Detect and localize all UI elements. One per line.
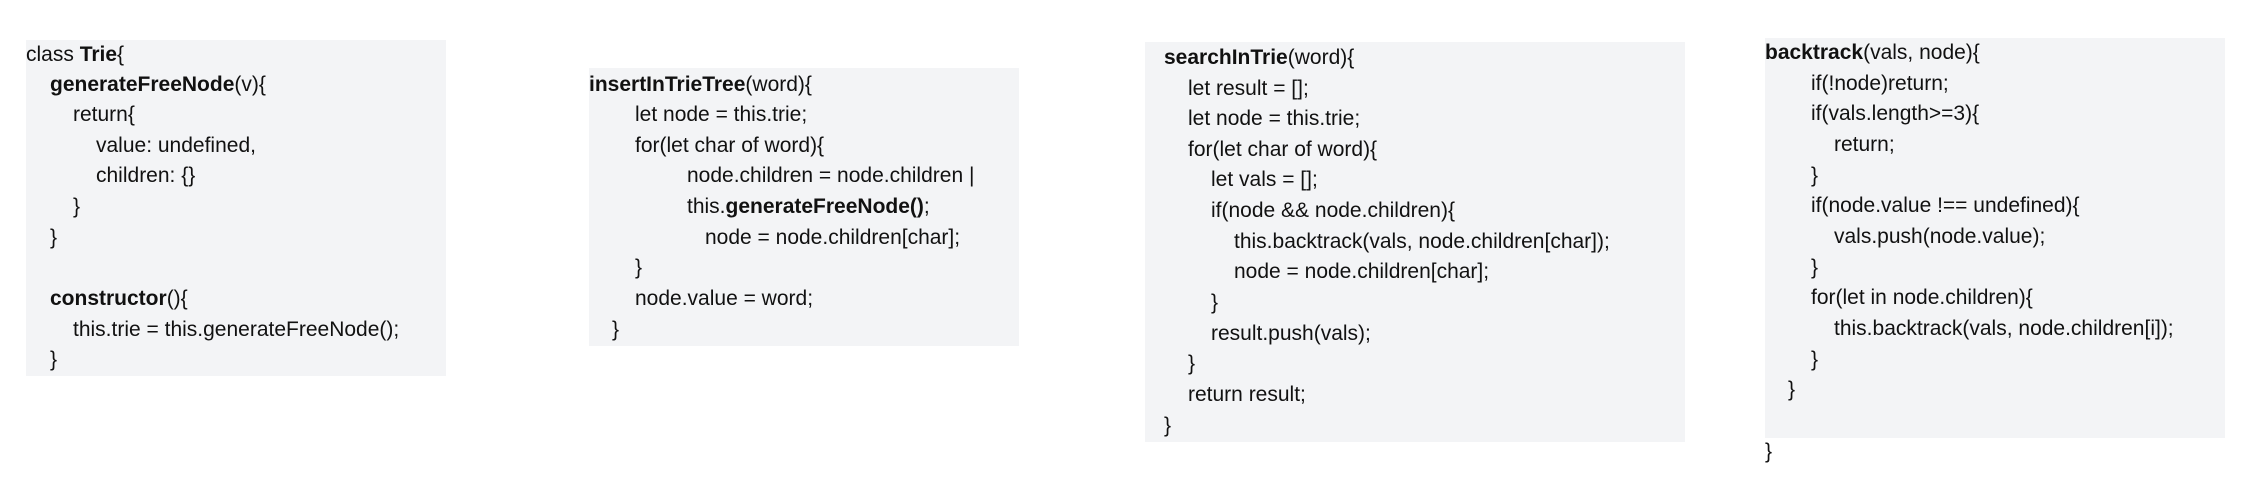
code-line: if(vals.length>=3){: [1811, 102, 1980, 125]
code-line: }: [1211, 291, 1219, 314]
code-line: }: [73, 195, 81, 218]
code-line: searchInTrie(word){: [1164, 46, 1355, 69]
code-line: node.value = word;: [635, 287, 814, 310]
code-line: for(let char of word){: [635, 134, 825, 157]
code-line: }: [1788, 378, 1796, 401]
code-line: return{: [73, 103, 135, 126]
code-line: let node = this.trie;: [635, 103, 808, 126]
code-line: if(node.value !== undefined){: [1811, 194, 2080, 217]
code-line: for(let char of word){: [1188, 138, 1378, 161]
code-line: let node = this.trie;: [1188, 107, 1361, 130]
code-line: }: [612, 318, 620, 341]
code-line: let result = [];: [1188, 77, 1309, 100]
code-line: }: [50, 348, 58, 371]
code-line: return result;: [1188, 383, 1306, 406]
code-line: class Trie{: [26, 43, 125, 66]
code-line: this.generateFreeNode();: [687, 195, 930, 218]
code-line: return;: [1834, 133, 1895, 156]
code-line: this.backtrack(vals, node.children[i]);: [1834, 317, 2174, 340]
code-line: }: [1188, 352, 1196, 375]
code-line: generateFreeNode(v){: [50, 73, 266, 96]
code-line: result.push(vals);: [1211, 322, 1371, 345]
code-line: }: [1811, 256, 1819, 279]
code-line: this.trie = this.generateFreeNode();: [73, 318, 400, 341]
code-line: }: [50, 226, 58, 249]
code-line: for(let in node.children){: [1811, 286, 2033, 309]
code-line: node = node.children[char];: [1234, 260, 1490, 283]
code-line: if(node && node.children){: [1211, 199, 1455, 222]
code-line: let vals = [];: [1211, 168, 1318, 191]
code-line: }: [1811, 164, 1819, 187]
code-line: backtrack(vals, node){: [1765, 41, 1980, 64]
code-line: }: [635, 256, 643, 279]
code-line: }: [1765, 440, 1773, 463]
code-line: constructor(){: [50, 287, 188, 310]
code-line: node = node.children[char];: [705, 226, 961, 249]
code-line: this.backtrack(vals, node.children[char]…: [1234, 230, 1610, 253]
code-line: value: undefined,: [96, 134, 256, 157]
code-line: children: {}: [96, 164, 196, 187]
code-line: if(!node)return;: [1811, 72, 1949, 95]
code-line: node.children = node.children |: [687, 164, 975, 187]
code-line: insertInTrieTree(word){: [589, 73, 812, 96]
code-line: }: [1811, 348, 1819, 371]
code-line: vals.push(node.value);: [1834, 225, 2046, 248]
code-line: }: [1164, 414, 1172, 437]
